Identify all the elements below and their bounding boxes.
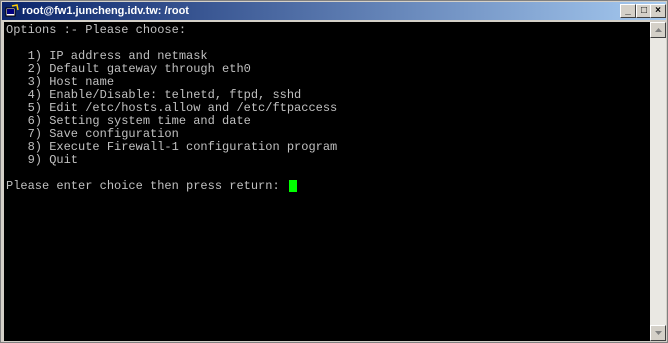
terminal-screen[interactable]: Options :- Please choose: 1) IP address …: [4, 22, 650, 341]
terminal-cursor: [289, 180, 297, 192]
close-button[interactable]: ×: [650, 4, 666, 18]
terminal-line: Options :- Please choose:: [6, 23, 187, 37]
vertical-scrollbar[interactable]: [650, 22, 666, 341]
scroll-down-button[interactable]: [650, 325, 666, 341]
input-prompt: Please enter choice then press return:: [6, 179, 287, 193]
terminal-window: root@fw1.juncheng.idv.tw: /root _ □ × Op…: [0, 0, 668, 343]
menu-option: 9) Quit: [6, 153, 79, 167]
title-bar[interactable]: root@fw1.juncheng.idv.tw: /root _ □ ×: [2, 2, 666, 20]
scroll-up-button[interactable]: [650, 22, 666, 38]
putty-terminal-icon: [5, 4, 19, 17]
window-title: root@fw1.juncheng.idv.tw: /root: [22, 5, 189, 17]
minimize-button[interactable]: _: [620, 4, 636, 18]
scroll-up-arrow-icon: [655, 28, 662, 32]
scroll-down-arrow-icon: [655, 331, 662, 335]
